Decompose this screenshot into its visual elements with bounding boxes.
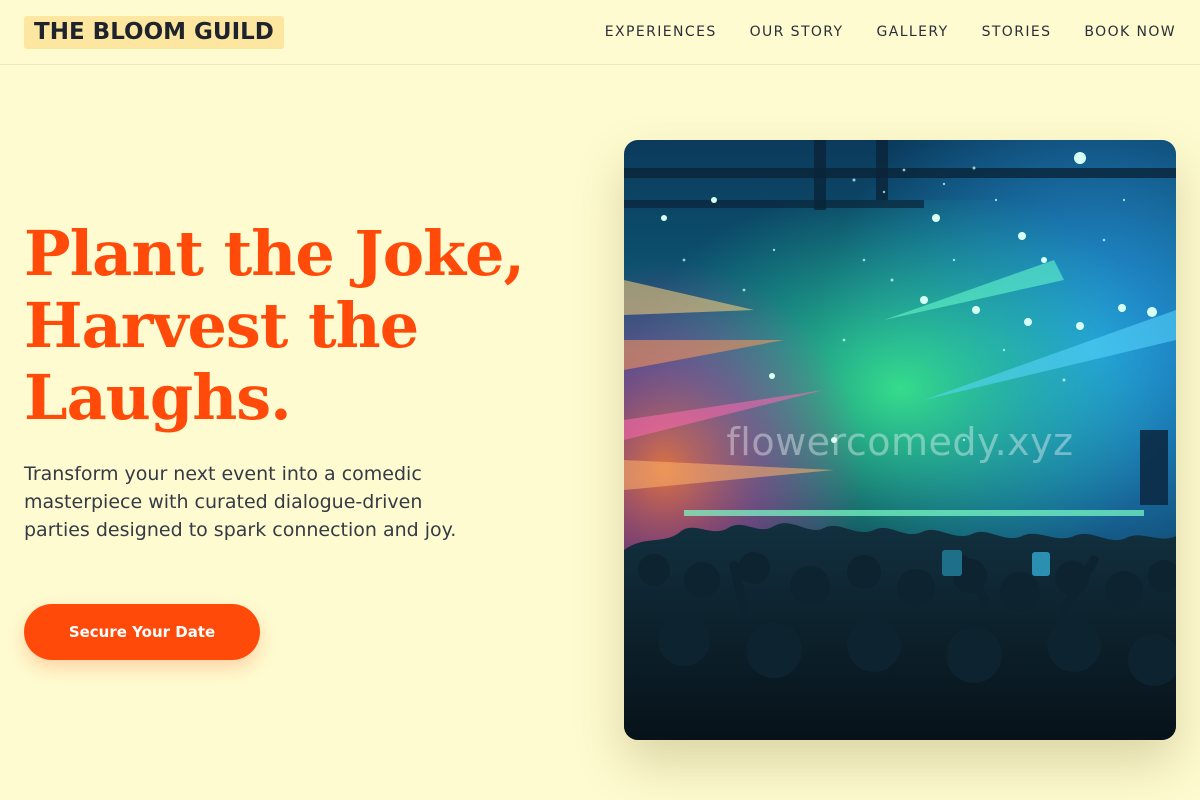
nav-link-our-story[interactable]: OUR STORY [750, 24, 844, 40]
top-navigation: THE BLOOM GUILD EXPERIENCES OUR STORY GA… [0, 0, 1200, 65]
headline-line: Plant the Joke, [24, 217, 525, 290]
secure-your-date-button[interactable]: Secure Your Date [24, 604, 260, 660]
nav-link-stories[interactable]: STORIES [982, 24, 1052, 40]
headline-line: Laughs. [24, 361, 292, 434]
nav-link-gallery[interactable]: GALLERY [877, 24, 949, 40]
hero-headline: Plant the Joke, Harvest the Laughs. [24, 218, 544, 434]
image-watermark: flowercomedy.xyz [726, 420, 1074, 464]
nav-link-experiences[interactable]: EXPERIENCES [605, 24, 717, 40]
headline-line: Harvest the [24, 289, 419, 362]
main-nav: EXPERIENCES OUR STORY GALLERY STORIES BO… [572, 24, 1176, 40]
hero-image: flowercomedy.xyz [624, 140, 1176, 740]
nav-link-book-now[interactable]: BOOK NOW [1084, 24, 1176, 40]
hero-subtext: Transform your next event into a comedic… [24, 463, 457, 541]
site-logo[interactable]: THE BLOOM GUILD [24, 15, 284, 49]
